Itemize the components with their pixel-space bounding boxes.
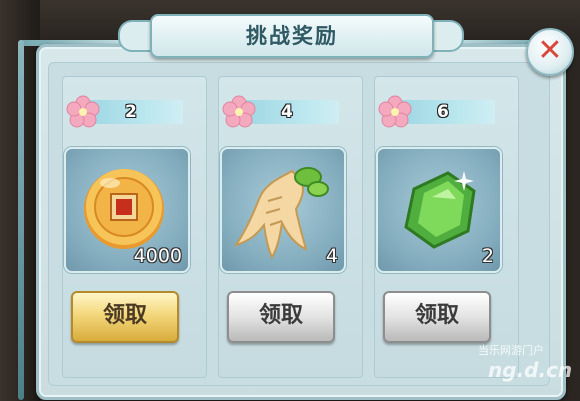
item-quantity: 2 xyxy=(481,245,494,267)
item-quantity: 4000 xyxy=(133,245,182,267)
reward-item-slot[interactable]: 2 xyxy=(376,147,502,273)
claim-button[interactable]: 领取 xyxy=(383,291,491,343)
reward-item-slot[interactable]: 4 xyxy=(220,147,346,273)
watermark-logo: ng.d.cn xyxy=(488,358,573,382)
reward-item-slot[interactable]: 4000 xyxy=(64,147,190,273)
plum-blossom-icon xyxy=(66,95,100,128)
requirement-count: 4 xyxy=(281,102,293,122)
claim-button[interactable]: 领取 xyxy=(71,291,179,343)
plum-blossom-icon xyxy=(378,95,412,128)
reward-card-2: 4 4 领取 xyxy=(218,76,363,378)
dialog-title: 挑战奖励 xyxy=(246,24,338,48)
close-icon: ✕ xyxy=(537,33,563,68)
dialog-left-post xyxy=(18,40,24,400)
close-button[interactable]: ✕ xyxy=(526,28,574,76)
reward-card-3: 6 2 领取 xyxy=(374,76,519,378)
title-banner: 挑战奖励 xyxy=(150,14,434,58)
plum-blossom-icon xyxy=(222,95,256,128)
requirement-count: 6 xyxy=(437,102,449,122)
reward-card-1: 2 4000 领取 xyxy=(62,76,207,378)
watermark-text: 当乐网游门户 xyxy=(478,344,544,357)
requirement-count: 2 xyxy=(125,102,137,122)
claim-button[interactable]: 领取 xyxy=(227,291,335,343)
item-quantity: 4 xyxy=(325,245,338,267)
